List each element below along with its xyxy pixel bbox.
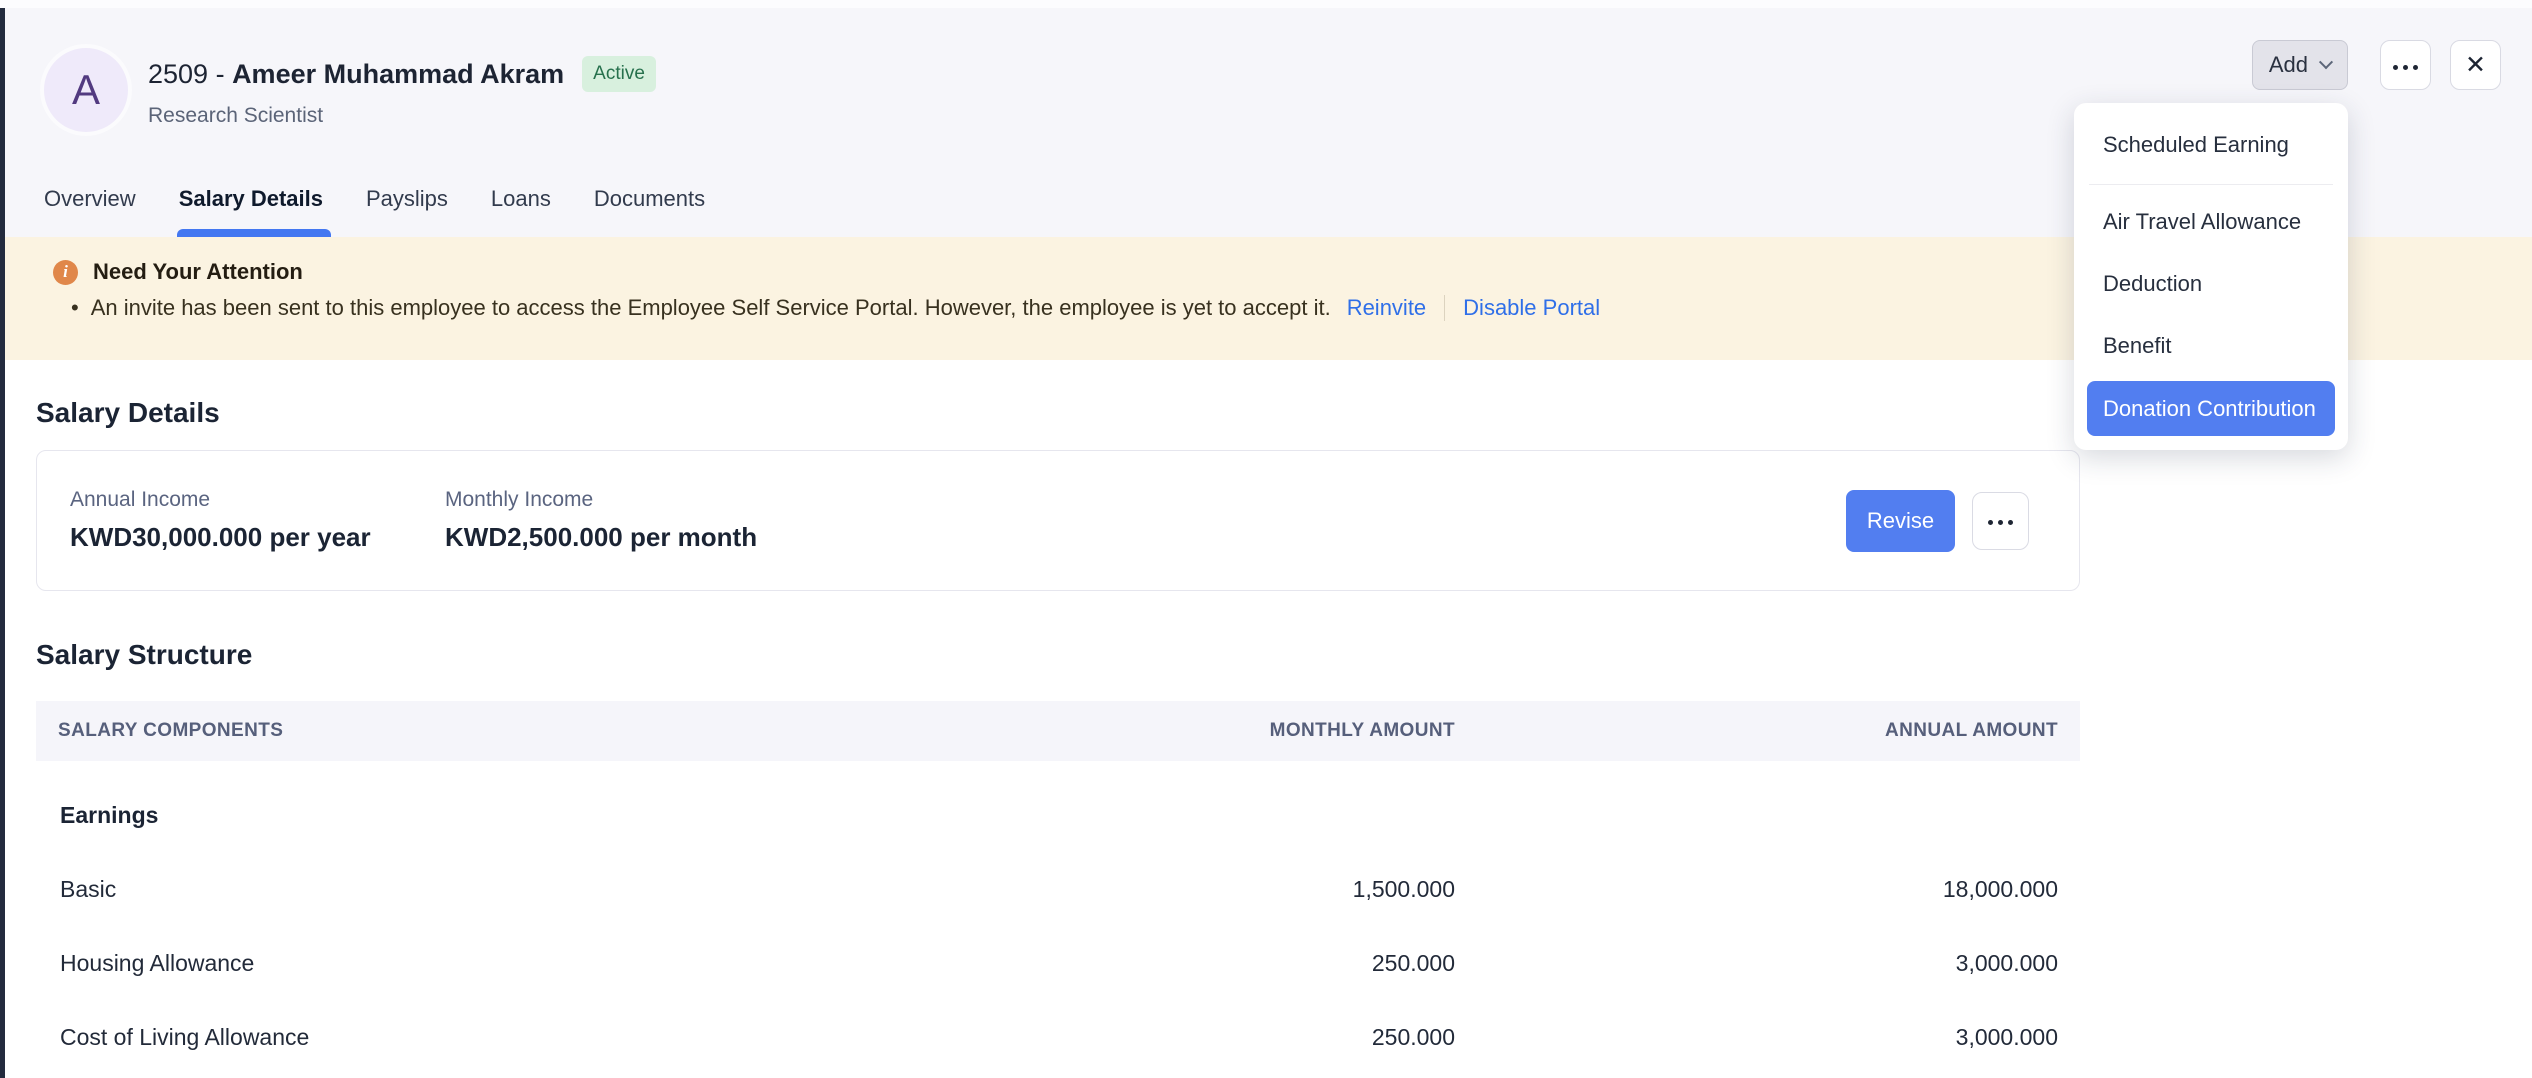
annual-income-label: Annual Income xyxy=(70,488,445,512)
monthly-income-block: Monthly Income KWD2,500.000 per month xyxy=(445,488,820,553)
ellipsis-icon xyxy=(2391,58,2421,73)
employee-detail-panel: A 2509 - Ameer Muhammad Akram Active Res… xyxy=(0,0,2532,1078)
salary-structure-table: SALARY COMPONENTS MONTHLY AMOUNT ANNUAL … xyxy=(36,701,2080,1074)
backdrop-edge xyxy=(0,8,5,1078)
table-row[interactable]: Housing Allowance 250.000 3,000.000 xyxy=(36,926,2080,1000)
info-icon: i xyxy=(53,260,78,285)
income-card: Annual Income KWD30,000.000 per year Mon… xyxy=(36,450,2080,591)
menu-item-benefit[interactable]: Benefit xyxy=(2087,317,2335,375)
menu-item-air-travel-allowance[interactable]: Air Travel Allowance xyxy=(2087,193,2335,251)
column-header-annual: ANNUAL AMOUNT xyxy=(1455,720,2080,742)
close-button[interactable]: ✕ xyxy=(2450,40,2501,90)
chevron-down-icon xyxy=(2319,55,2333,69)
disable-portal-link[interactable]: Disable Portal xyxy=(1463,295,1600,321)
tab-bar: Overview Salary Details Payslips Loans D… xyxy=(44,186,705,237)
salary-details-heading: Salary Details xyxy=(36,360,2080,429)
component-name: Housing Allowance xyxy=(36,950,1155,977)
annual-amount: 18,000.000 xyxy=(1455,876,2080,903)
monthly-income-value: KWD2,500.000 per month xyxy=(445,522,820,553)
ellipsis-icon xyxy=(1986,513,2016,528)
tab-salary-details[interactable]: Salary Details xyxy=(179,186,323,237)
revise-button[interactable]: Revise xyxy=(1846,490,1955,552)
menu-item-scheduled-earning[interactable]: Scheduled Earning xyxy=(2087,117,2335,173)
add-button-label: Add xyxy=(2269,52,2308,78)
component-name: Cost of Living Allowance xyxy=(36,1024,1155,1051)
status-badge: Active xyxy=(582,56,656,92)
main-content: Salary Details Annual Income KWD30,000.0… xyxy=(36,360,2080,1074)
table-row[interactable]: Basic 1,500.000 18,000.000 xyxy=(36,852,2080,926)
group-row-earnings: Earnings xyxy=(36,778,2080,852)
employee-number: 2509 - xyxy=(148,59,232,90)
group-label: Earnings xyxy=(36,802,1155,829)
annual-income-block: Annual Income KWD30,000.000 per year xyxy=(70,488,445,553)
tab-payslips[interactable]: Payslips xyxy=(366,186,448,237)
avatar: A xyxy=(40,44,132,136)
table-row[interactable]: Cost of Living Allowance 250.000 3,000.0… xyxy=(36,1000,2080,1074)
menu-item-deduction[interactable]: Deduction xyxy=(2087,255,2335,313)
column-header-monthly: MONTHLY AMOUNT xyxy=(1155,720,1455,742)
close-icon: ✕ xyxy=(2465,53,2486,78)
top-strip xyxy=(0,0,2532,8)
card-more-button[interactable] xyxy=(1972,492,2029,550)
reinvite-link[interactable]: Reinvite xyxy=(1347,295,1426,321)
header-actions: Add ✕ xyxy=(2252,40,2501,90)
link-divider xyxy=(1444,295,1445,321)
annual-income-value: KWD30,000.000 per year xyxy=(70,522,445,553)
menu-item-donation-contribution[interactable]: Donation Contribution xyxy=(2087,381,2335,436)
designation: Research Scientist xyxy=(148,104,656,128)
salary-structure-heading: Salary Structure xyxy=(36,639,2080,671)
active-tab-indicator xyxy=(177,229,331,237)
annual-amount: 3,000.000 xyxy=(1455,950,2080,977)
table-body: Earnings Basic 1,500.000 18,000.000 Hous… xyxy=(36,761,2080,1074)
bullet-icon: • xyxy=(71,295,79,321)
more-button[interactable] xyxy=(2380,40,2431,90)
monthly-amount: 1,500.000 xyxy=(1155,876,1455,903)
tab-overview[interactable]: Overview xyxy=(44,186,136,237)
table-header-row: SALARY COMPONENTS MONTHLY AMOUNT ANNUAL … xyxy=(36,701,2080,761)
component-name: Basic xyxy=(36,876,1155,903)
employee-name: Ameer Muhammad Akram xyxy=(232,59,564,90)
page-title: 2509 - Ameer Muhammad Akram xyxy=(148,59,564,90)
banner-message: An invite has been sent to this employee… xyxy=(91,295,1331,321)
title-block: 2509 - Ameer Muhammad Akram Active Resea… xyxy=(148,56,656,128)
tab-loans[interactable]: Loans xyxy=(491,186,551,237)
column-header-components: SALARY COMPONENTS xyxy=(36,720,1155,742)
monthly-income-label: Monthly Income xyxy=(445,488,820,512)
add-dropdown-menu: Scheduled Earning Air Travel Allowance D… xyxy=(2074,103,2348,450)
monthly-amount: 250.000 xyxy=(1155,1024,1455,1051)
add-button[interactable]: Add xyxy=(2252,40,2348,90)
monthly-amount: 250.000 xyxy=(1155,950,1455,977)
annual-amount: 3,000.000 xyxy=(1455,1024,2080,1051)
menu-divider xyxy=(2089,184,2333,185)
banner-title: Need Your Attention xyxy=(93,259,303,285)
tab-documents[interactable]: Documents xyxy=(594,186,705,237)
